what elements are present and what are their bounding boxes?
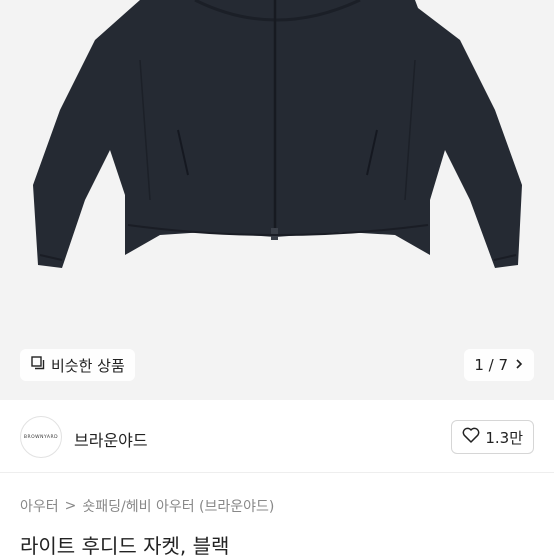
- like-count: 1.3만: [485, 428, 523, 447]
- shop-logo-text: BROWNYARD: [23, 434, 59, 440]
- image-counter-button[interactable]: 1 / 7: [464, 349, 534, 381]
- like-button[interactable]: 1.3만: [451, 420, 534, 454]
- product-title: 라이트 후디드 자켓, 블랙: [20, 534, 230, 558]
- breadcrumb-item-outer[interactable]: 아우터: [20, 496, 59, 516]
- similar-products-label: 비슷한 상품: [51, 356, 125, 375]
- divider: [0, 472, 554, 473]
- similar-products-button[interactable]: 비슷한 상품: [20, 349, 135, 381]
- product-gallery[interactable]: 비슷한 상품 1 / 7: [0, 0, 554, 400]
- product-image: [33, 0, 522, 268]
- image-counter: 1 / 7: [474, 356, 508, 374]
- shop-info[interactable]: BROWNYARD 브라운야드 1.3만: [0, 403, 554, 471]
- similar-icon: [30, 355, 46, 375]
- breadcrumb-chevron-icon: >: [64, 498, 77, 514]
- chevron-right-icon: [514, 356, 524, 374]
- shop-name[interactable]: 브라운야드: [74, 427, 148, 451]
- heart-icon: [462, 427, 480, 447]
- breadcrumb-item-padding[interactable]: 숏패딩/헤비 아우터 (브라운야드): [82, 496, 274, 516]
- breadcrumb: 아우터 > 숏패딩/헤비 아우터 (브라운야드): [20, 496, 274, 516]
- shop-logo[interactable]: BROWNYARD: [20, 416, 62, 458]
